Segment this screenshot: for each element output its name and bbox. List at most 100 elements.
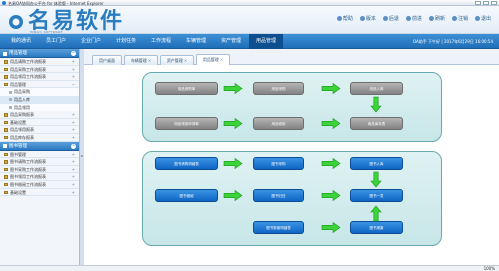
refresh-link[interactable]: 刷新	[428, 15, 445, 22]
sidebar-item-label: 用品领用报表	[10, 127, 34, 133]
flow-box-book-list[interactable]: 图书一览	[350, 189, 403, 202]
expand-icon: +	[71, 181, 75, 187]
zoom-level[interactable]: 100%	[484, 266, 495, 271]
logout-icon	[451, 16, 457, 21]
sidebar-item-label: 图书领用工作流报表	[10, 174, 46, 180]
expand-icon: +	[71, 119, 75, 125]
refresh-icon	[428, 16, 434, 21]
sidebar-item[interactable]: 用品采购工作流报表 +	[0, 66, 79, 74]
sidebar-subitem[interactable]: 用品领用	[0, 103, 79, 112]
tab-desktop[interactable]: 用户桌面	[92, 55, 122, 65]
flow-box-use[interactable]: 用品领用	[253, 117, 304, 130]
sidebar-item-label: 图书借阅工作流报表	[10, 181, 46, 187]
close-tab-icon[interactable]: ×	[148, 58, 151, 63]
flow-box-stock-in[interactable]: 用品入库	[350, 82, 403, 95]
collapse-icon[interactable]: ^	[71, 51, 76, 56]
nav-supplies[interactable]: 用品管理	[249, 34, 283, 49]
sidebar-item[interactable]: 用品请购工作流报表 +	[0, 58, 79, 66]
sidebar-item[interactable]: 图书借阅工作流报表 +	[0, 181, 79, 189]
sidebar-item-label: 基础设置	[10, 119, 26, 125]
sidebar-item[interactable]: 用品领用报表 +	[0, 126, 79, 134]
sidebar-item[interactable]: 用品管理 −	[0, 81, 79, 89]
sidebar-item[interactable]: 图书采购工作流报表 +	[0, 166, 79, 174]
folder-icon	[4, 175, 8, 179]
tab-vehicles[interactable]: 车辆管理×	[124, 55, 158, 65]
close-tab-icon[interactable]: ×	[184, 58, 187, 63]
app-header: 名易软件 MINGYI SOFTWARE 帮助 版本 后退 前进 刷新 注销 退…	[0, 6, 499, 34]
flow-box-use-request[interactable]: 用品领用申请单	[155, 117, 218, 130]
expand-icon: +	[71, 189, 75, 195]
sidebar-section-books[interactable]: 图书管理 ^	[0, 141, 79, 151]
tab-label: 用户桌面	[99, 58, 115, 63]
flow-box-book-borrow[interactable]: 图书借阅	[155, 189, 218, 202]
sidebar-item[interactable]: 用品库存报表 +	[0, 134, 79, 142]
sidebar-item[interactable]: 用品采购报表 +	[0, 111, 79, 119]
help-link[interactable]: 帮助	[336, 15, 353, 22]
sidebar-item[interactable]: 基础设置 +	[0, 119, 79, 127]
expand-icon: +	[71, 66, 75, 72]
sidebar-section-supplies[interactable]: 用品管理 ^	[0, 49, 79, 58]
nav-workflow[interactable]: 工作流程	[144, 34, 178, 49]
exit-link[interactable]: 退出	[474, 15, 491, 22]
expand-icon: +	[71, 151, 75, 157]
version-link[interactable]: 版本	[359, 15, 376, 22]
sidebar-item[interactable]: 用品领用工作流报表 +	[0, 73, 79, 81]
nav-enterprise-portal[interactable]: 企业门户	[74, 34, 108, 49]
back-link[interactable]: 后退	[382, 15, 399, 22]
flow-box-book-scrap[interactable]: 图书报废	[350, 221, 403, 234]
sidebar-item-label: 用品采购工作流报表	[10, 66, 46, 72]
folder-icon	[4, 128, 8, 132]
sidebar-item-label: 用品入库	[14, 96, 30, 102]
flow-box-inventory[interactable]: 用品库存表	[350, 117, 403, 130]
folder-icon	[4, 120, 8, 125]
close-icon[interactable]	[491, 1, 497, 5]
close-tab-icon[interactable]: ×	[220, 57, 223, 62]
expand-icon: +	[71, 74, 75, 80]
page-icon	[9, 90, 12, 94]
nav-my-contacts[interactable]: 我的通讯	[4, 34, 38, 49]
top-links: 帮助 版本 后退 前进 刷新 注销 退出	[336, 15, 491, 22]
sidebar-subitem[interactable]: 用品入库	[0, 95, 79, 104]
sidebar-item-label: 基础设置	[10, 189, 26, 195]
status-bar: 100%	[0, 265, 499, 271]
sidebar-item[interactable]: 图书管理 +	[0, 151, 79, 159]
forward-link[interactable]: 前进	[405, 15, 422, 22]
nav-plan-tasks[interactable]: 计划任务	[109, 34, 143, 49]
expand-icon: +	[71, 174, 75, 180]
flow-box-requisition[interactable]: 用品请购单	[155, 82, 218, 95]
flow-box-book-return[interactable]: 图书归还	[253, 189, 304, 202]
sidebar-item[interactable]: 图书请购工作流报表 +	[0, 158, 79, 166]
logout-link[interactable]: 注销	[451, 15, 468, 22]
tab-label: 用品管理	[202, 57, 219, 62]
sidebar-subitem[interactable]: 用品采购	[0, 88, 79, 96]
forward-icon	[405, 16, 411, 21]
expand-icon: +	[71, 159, 75, 165]
flow-box-book-requisition[interactable]: 图书请购明细表	[155, 157, 218, 170]
flow-box-book-scrap-detail[interactable]: 图书报废明细表	[253, 221, 304, 234]
folder-icon	[4, 182, 8, 187]
maximize-icon[interactable]	[483, 1, 489, 5]
user-greeting: OA助手 下午好 | 2017年6月29日 16:00:54	[412, 39, 493, 44]
flow-box-book-purchase[interactable]: 图书采购	[253, 157, 304, 170]
expand-icon: +	[71, 112, 75, 118]
tab-supplies[interactable]: 用品管理×	[196, 54, 230, 65]
folder-open-icon	[4, 82, 8, 87]
nav-vehicles[interactable]: 车辆管理	[179, 34, 213, 49]
sidebar-item[interactable]: 基础设置 +	[0, 189, 79, 197]
minimize-icon[interactable]	[475, 1, 481, 5]
flow-box-purchase[interactable]: 用品采购	[253, 82, 304, 95]
folder-icon	[4, 113, 8, 117]
nav-staff-portal[interactable]: 员工门户	[39, 34, 73, 49]
nav-assets[interactable]: 资产管理	[214, 34, 248, 49]
tab-assets[interactable]: 资产管理×	[160, 55, 194, 65]
folder-icon	[4, 67, 8, 72]
sidebar-item-label: 用品管理	[10, 81, 26, 87]
sidebar-item[interactable]: 图书领用工作流报表 +	[0, 173, 79, 181]
sidebar-item-label: 用品请购工作流报表	[10, 59, 46, 64]
folder-icon	[4, 167, 8, 172]
sidebar-item-label: 用品采购报表	[10, 112, 34, 118]
sidebar-section-title: 用品管理	[9, 51, 27, 56]
help-icon	[336, 16, 342, 21]
collapse-icon[interactable]: ^	[71, 143, 76, 149]
flow-box-book-stock-in[interactable]: 图书入库	[350, 157, 403, 170]
